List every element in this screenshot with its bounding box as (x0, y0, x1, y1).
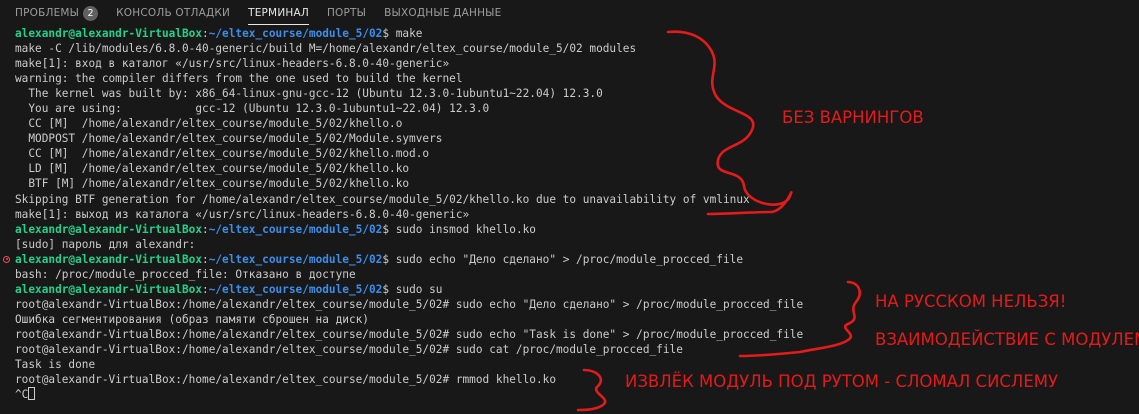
problems-count-badge: 2 (83, 5, 99, 21)
prompt-user: alexandr@alexandr-VirtualBox (15, 222, 203, 236)
error-marker-icon[interactable] (3, 255, 10, 263)
output-text: The kernel was built by: x86_64-linux-gn… (15, 87, 603, 101)
terminal-output[interactable]: alexandr@alexandr-VirtualBox:~/eltex_cou… (0, 26, 1139, 414)
output-text: [sudo] пароль для alexandr: (15, 237, 196, 251)
output-text: CC [M] /home/alexandr/eltex_course/modul… (15, 147, 430, 161)
prompt-path: ~/eltex_course/module_5/02 (208, 27, 383, 40)
output-text: make -C /lib/modules/6.8.0-40-generic/bu… (15, 42, 637, 56)
terminal-line: bash: /proc/module_procced_file: Отказан… (0, 267, 1139, 282)
terminal-line: make[1]: выход из каталога «/usr/src/lin… (0, 207, 1139, 222)
terminal-line: Task is done (0, 357, 1139, 372)
command-text: sudo su (395, 282, 443, 296)
prompt-symbol: $ (382, 252, 396, 266)
prompt-user: alexandr@alexandr-VirtualBox (15, 252, 203, 266)
prompt-symbol: $ (382, 222, 396, 236)
tab-problems[interactable]: ПРОБЛЕМЫ 2 (6, 0, 107, 26)
output-text: Ошибка сегментирования (образ памяти сбр… (15, 312, 369, 326)
output-text: make[1]: вход в каталог «/usr/src/linux-… (15, 57, 450, 71)
annotation-rmmod-broke-system: ИЗВЛЁК МОДУЛЬ ПОД РУТОМ - СЛОМАЛ СИСЛЕМУ (625, 372, 1059, 391)
terminal-line: CC [M] /home/alexandr/eltex_course/modul… (0, 116, 1139, 131)
terminal-line: MODPOST /home/alexandr/eltex_course/modu… (0, 131, 1139, 146)
terminal-line: Ошибка сегментирования (образ памяти сбр… (0, 312, 1139, 327)
output-text: root@alexandr-VirtualBox:/home/alexandr/… (15, 373, 556, 387)
prompt-separator: : (202, 27, 209, 40)
tab-terminal-label: ТЕРМИНАЛ (248, 7, 309, 19)
terminal-line: BTF [M] /home/alexandr/eltex_course/modu… (0, 176, 1139, 191)
prompt-separator: : (202, 222, 209, 236)
terminal-line: make[1]: вход в каталог «/usr/src/linux-… (0, 56, 1139, 71)
output-text: You are using: gcc-12 (Ubuntu 12.3.0-1ub… (15, 102, 490, 116)
output-text: bash: /proc/module_procced_file: Отказан… (15, 267, 356, 281)
prompt-separator: : (202, 252, 209, 266)
output-text: root@alexandr-VirtualBox:/home/alexandr/… (15, 327, 804, 341)
prompt-path: ~/eltex_course/module_5/02 (208, 252, 383, 266)
tab-terminal[interactable]: ТЕРМИНАЛ (239, 0, 318, 26)
terminal-cursor (28, 387, 36, 401)
command-text: sudo insmod khello.ko (395, 222, 536, 236)
output-text: root@alexandr-VirtualBox:/home/alexandr/… (15, 297, 804, 311)
terminal-line: Skipping BTF generation for /home/alexan… (0, 192, 1139, 207)
tab-debug-console[interactable]: КОНСОЛЬ ОТЛАДКИ (107, 0, 239, 26)
terminal-line: CC [M] /home/alexandr/eltex_course/modul… (0, 146, 1139, 161)
command-text: sudo echo "Дело сделано" > /proc/module_… (395, 252, 744, 266)
terminal-line: LD [M] /home/alexandr/eltex_course/modul… (0, 161, 1139, 176)
prompt-separator: : (202, 282, 209, 296)
terminal-line: alexandr@alexandr-VirtualBox:~/eltex_cou… (0, 222, 1139, 237)
prompt-symbol: $ (382, 27, 396, 40)
output-text: Skipping BTF generation for /home/alexan… (15, 192, 750, 206)
terminal-line: [sudo] пароль для alexandr: (0, 237, 1139, 252)
terminal-line: You are using: gcc-12 (Ubuntu 12.3.0-1ub… (0, 101, 1139, 116)
tab-ports-label: ПОРТЫ (326, 7, 367, 19)
annotation-no-warnings: БЕЗ ВАРНИНГОВ (782, 108, 924, 127)
output-text: BTF [M] /home/alexandr/eltex_course/modu… (15, 177, 410, 191)
panel-tab-bar: ПРОБЛЕМЫ 2 КОНСОЛЬ ОТЛАДКИ ТЕРМИНАЛ ПОРТ… (0, 0, 1139, 26)
tab-debug-console-label: КОНСОЛЬ ОТЛАДКИ (116, 7, 231, 19)
output-text: make[1]: выход из каталога «/usr/src/lin… (15, 207, 470, 221)
terminal-line: alexandr@alexandr-VirtualBox:~/eltex_cou… (0, 26, 1139, 41)
prompt-symbol: $ (382, 282, 396, 296)
output-text: LD [M] /home/alexandr/eltex_course/modul… (15, 162, 410, 176)
terminal-line: The kernel was built by: x86_64-linux-gn… (0, 86, 1139, 101)
terminal-line: warning: the compiler differs from the o… (0, 71, 1139, 86)
terminal-line: make -C /lib/modules/6.8.0-40-generic/bu… (0, 41, 1139, 56)
annotation-module-interaction: ВЗАИМОДЕЙСТВИЕ С МОДУЛЕМ (875, 330, 1139, 349)
output-text: CC [M] /home/alexandr/eltex_course/modul… (15, 117, 403, 131)
prompt-user: alexandr@alexandr-VirtualBox (15, 282, 203, 296)
terminal-line: alexandr@alexandr-VirtualBox:~/eltex_cou… (0, 252, 1139, 267)
prompt-user: alexandr@alexandr-VirtualBox (15, 27, 203, 40)
tab-output[interactable]: ВЫХОДНЫЕ ДАННЫЕ (375, 0, 510, 26)
output-text: ^C (15, 388, 29, 402)
prompt-path: ~/eltex_course/module_5/02 (208, 282, 383, 296)
output-text: root@alexandr-VirtualBox:/home/alexandr/… (15, 342, 683, 356)
output-text: warning: the compiler differs from the o… (15, 72, 463, 86)
output-text: Task is done (15, 358, 96, 372)
tab-ports[interactable]: ПОРТЫ (318, 0, 375, 26)
output-text: MODPOST /home/alexandr/eltex_course/modu… (15, 132, 443, 146)
tab-output-label: ВЫХОДНЫЕ ДАННЫЕ (384, 7, 502, 19)
tab-problems-label: ПРОБЛЕМЫ (15, 7, 80, 19)
annotation-no-russian: НА РУССКОМ НЕЛЬЗЯ! (875, 292, 1067, 311)
command-text: make (395, 27, 423, 40)
prompt-path: ~/eltex_course/module_5/02 (208, 222, 383, 236)
